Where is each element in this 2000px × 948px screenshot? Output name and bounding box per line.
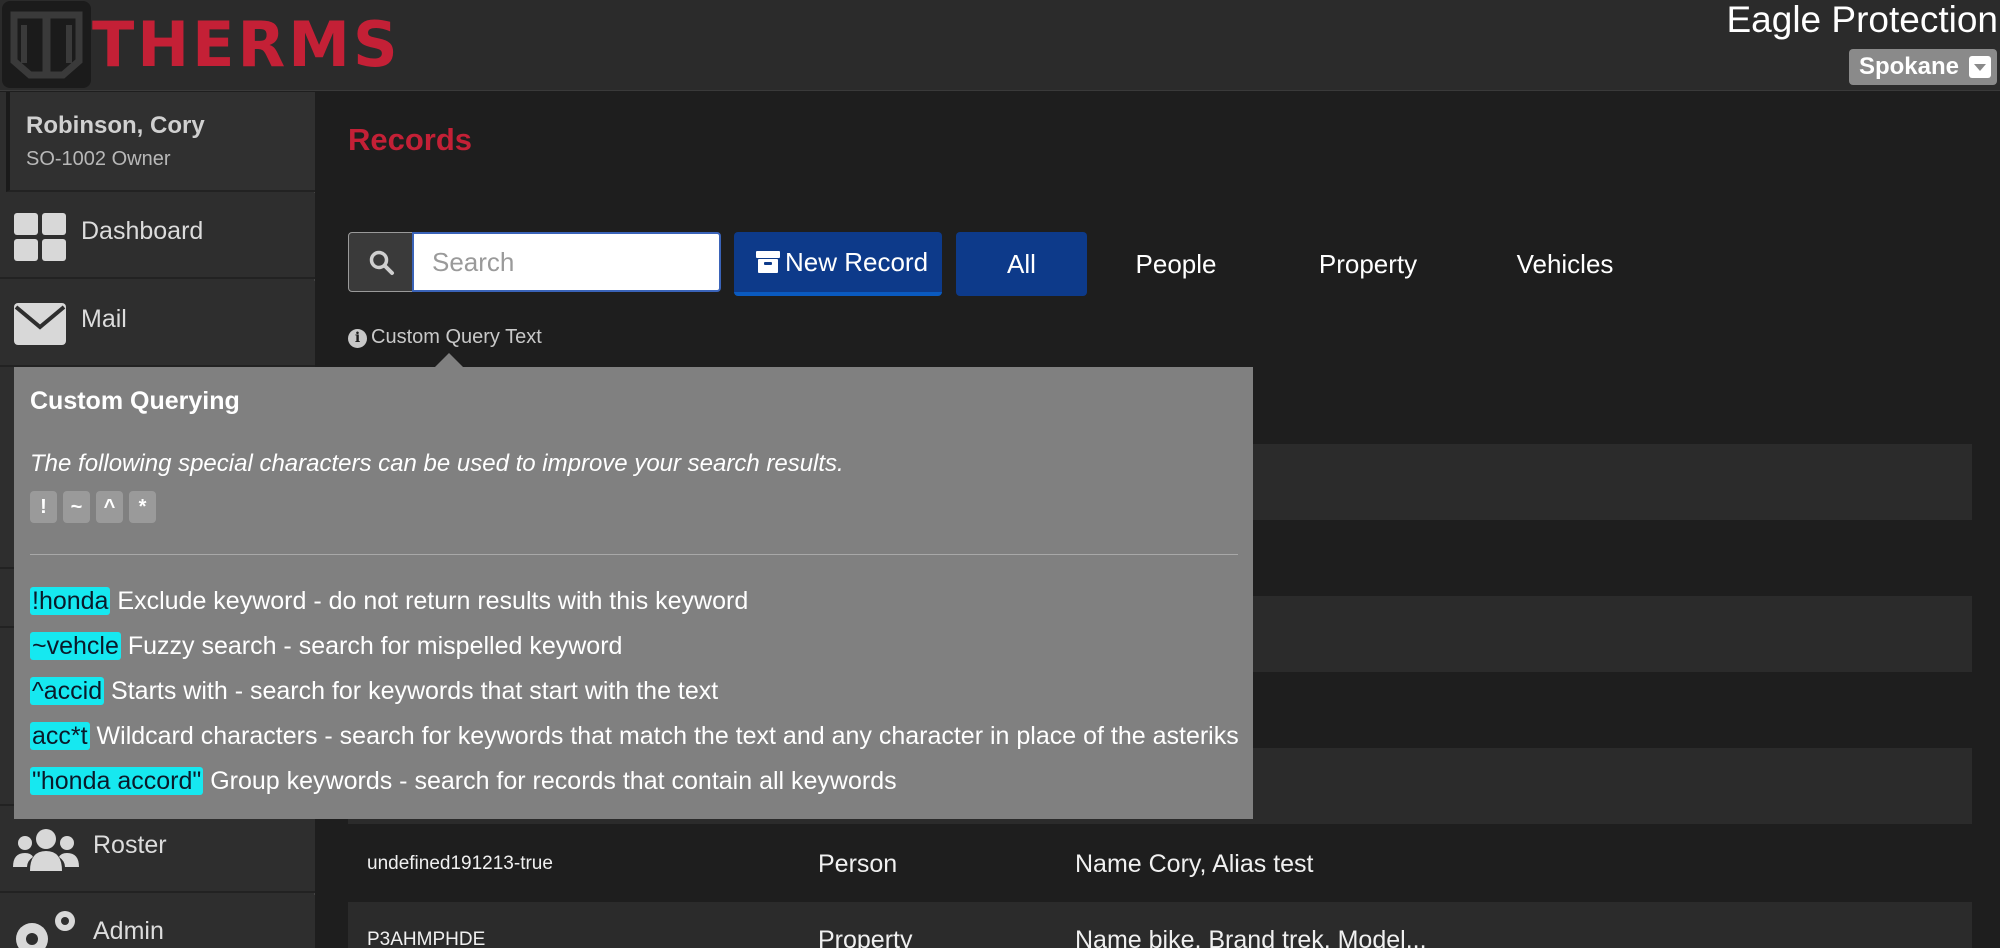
popover-description: The following special characters can be …	[30, 450, 844, 477]
special-char-chip: *	[129, 491, 156, 523]
sidebar-item-dashboard[interactable]: Dashboard	[0, 193, 315, 279]
example-line: ^accid Starts with - search for keywords…	[30, 674, 718, 708]
search-icon	[369, 250, 394, 275]
special-char-chip: ^	[96, 491, 123, 523]
sidebar-item-mail[interactable]: Mail	[0, 281, 315, 367]
search-group	[348, 232, 721, 292]
example-text: Wildcard characters - search for keyword…	[96, 722, 1239, 750]
dashboard-icon	[14, 213, 66, 261]
example-text: Exclude keyword - do not return results …	[117, 587, 749, 615]
archive-box-icon	[756, 251, 780, 273]
roster-icon	[13, 829, 79, 871]
example-text: Fuzzy search - search for mispelled keyw…	[127, 632, 623, 660]
example-keyword: "honda accord"	[30, 767, 204, 795]
record-type: Person	[818, 850, 898, 878]
example-keyword: ~vehcle	[30, 632, 121, 660]
brand-name: THERMS	[92, 8, 401, 81]
sidebar-item-label: Roster	[93, 831, 167, 859]
example-line: !honda Exclude keyword - do not return r…	[30, 584, 748, 618]
record-id: P3AHMPHDE	[367, 929, 486, 948]
gears-icon	[16, 911, 75, 948]
table-row[interactable]: undefined191213-true Person Name Cory, A…	[348, 826, 1972, 902]
mail-icon	[14, 303, 66, 345]
example-line: acc*t Wildcard characters - search for k…	[30, 719, 1239, 753]
example-text: Starts with - search for keywords that s…	[111, 677, 719, 705]
popover-title: Custom Querying	[30, 387, 240, 415]
table-row[interactable]: P3AHMPHDE Property Name bike, Brand trek…	[348, 902, 1972, 948]
example-keyword: !honda	[30, 587, 111, 615]
user-role: SO-1002 Owner	[26, 148, 171, 170]
page-title: Records	[348, 122, 473, 157]
sidebar-item-admin[interactable]: Admin	[0, 895, 315, 948]
special-char-chip: ~	[63, 491, 90, 523]
record-details: Name bike, Brand trek, Model...	[1075, 926, 1427, 948]
sidebar-item-label: Dashboard	[81, 217, 204, 245]
tab-all[interactable]: All	[956, 232, 1087, 296]
example-text: Group keywords - search for records that…	[210, 767, 897, 795]
location-dropdown[interactable]: Spokane	[1848, 49, 1997, 85]
info-icon: i	[348, 329, 367, 348]
record-id: undefined191213-true	[367, 853, 553, 874]
user-profile[interactable]: Robinson, Cory SO-1002 Owner	[6, 92, 315, 192]
tab-property[interactable]: Property	[1298, 232, 1438, 296]
search-button[interactable]	[348, 232, 413, 292]
caret-down-icon	[1969, 56, 1991, 78]
search-input[interactable]	[412, 232, 721, 292]
special-chars: ! ~ ^ *	[30, 491, 162, 523]
divider	[30, 554, 1238, 555]
company-name: Eagle Protection	[1726, 0, 1998, 40]
therms-logo-icon[interactable]	[2, 1, 91, 88]
tab-people[interactable]: People	[1110, 232, 1242, 296]
user-name: Robinson, Cory	[26, 112, 205, 139]
sidebar-item-label: Admin	[93, 917, 164, 945]
location-label: Spokane	[1858, 53, 1959, 80]
example-line: ~vehcle Fuzzy search - search for mispel…	[30, 629, 622, 663]
custom-query-popover: Custom Querying The following special ch…	[14, 353, 1253, 819]
record-type: Property	[818, 926, 913, 948]
tab-vehicles[interactable]: Vehicles	[1497, 232, 1633, 296]
new-record-label: New Record	[785, 247, 929, 277]
sidebar-item-label: Mail	[81, 305, 127, 333]
custom-query-link-label: Custom Query Text	[371, 326, 542, 348]
example-line: "honda accord" Group keywords - search f…	[30, 764, 897, 798]
example-keyword: acc*t	[30, 722, 90, 750]
popover-arrow	[435, 353, 463, 367]
top-bar: THERMS Eagle Protection Spokane	[0, 0, 2000, 91]
new-record-button[interactable]: New Record	[734, 232, 942, 296]
custom-query-link[interactable]: i Custom Query Text	[348, 326, 542, 349]
example-keyword: ^accid	[30, 677, 105, 705]
record-details: Name Cory, Alias test	[1075, 850, 1314, 878]
sidebar-item-roster[interactable]: Roster	[0, 807, 315, 893]
special-char-chip: !	[30, 491, 57, 523]
